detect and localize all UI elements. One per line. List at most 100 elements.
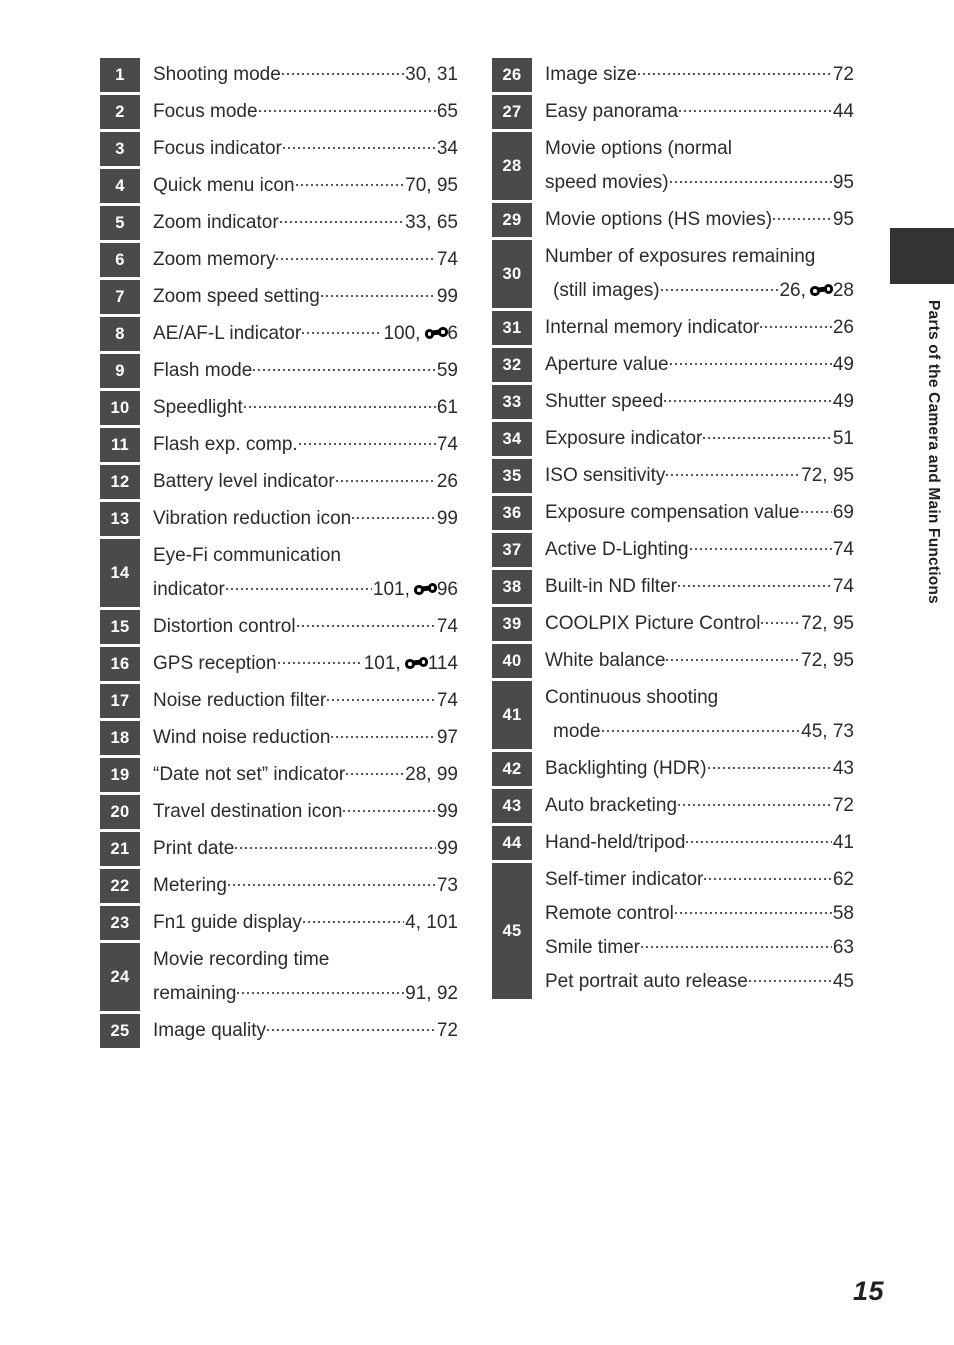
- legend-entry-line: Aperture value 49: [545, 348, 854, 382]
- legend-entry-line: Movie options (normal: [545, 132, 854, 166]
- page-reference: 63: [832, 937, 854, 958]
- leader-dots: [760, 314, 833, 333]
- legend-entry-label: Flash mode: [153, 360, 253, 381]
- reference-section-icon: [414, 583, 438, 595]
- leader-dots: [637, 61, 832, 80]
- page-reference: 45, 73: [801, 721, 854, 742]
- page-reference: 97: [436, 727, 458, 748]
- legend-entry-label: Distortion control: [153, 616, 296, 637]
- page-reference: 101,: [363, 653, 401, 674]
- legend-entry-line: Number of exposures remaining: [545, 240, 854, 274]
- page-reference: 72, 95: [801, 465, 854, 486]
- legend-entry-line: indicator 101, 96: [153, 573, 458, 607]
- page-reference: 74: [436, 249, 458, 270]
- page-reference: 51: [832, 428, 854, 449]
- legend-entry: 37 Active D-Lighting 74: [492, 533, 854, 567]
- page-reference: 72, 95: [801, 650, 854, 671]
- legend-number-badge: 44: [492, 826, 532, 860]
- legend-number-badge: 25: [100, 1014, 140, 1048]
- page-reference: 100,: [383, 323, 421, 344]
- legend-entry-lines: Hand-held/tripod 41: [532, 826, 854, 860]
- legend-entry-label: Speedlight: [153, 397, 243, 418]
- legend-entry: 15 Distortion control 74: [100, 610, 458, 644]
- page-number: 15: [852, 1276, 884, 1306]
- legend-number-badge: 7: [100, 280, 140, 314]
- leader-dots: [225, 576, 372, 595]
- leader-dots: [704, 866, 833, 885]
- legend-entry: 41 Continuous shooting mode 45, 73: [492, 681, 854, 749]
- page-reference: 74: [832, 576, 854, 597]
- page-reference: 34: [436, 138, 458, 159]
- legend-entry-line: Shutter speed 49: [545, 385, 854, 419]
- legend-number-badge: 21: [100, 832, 140, 866]
- leader-dots: [298, 431, 437, 450]
- legend-entry-label: Smile timer: [545, 937, 641, 958]
- leader-dots: [267, 1017, 436, 1036]
- legend-entry-label: Shutter speed: [545, 391, 664, 412]
- legend-entry-label: Travel destination icon: [153, 801, 343, 822]
- legend-entry: 36 Exposure compensation value 69: [492, 496, 854, 530]
- legend-entry-lines: Built-in ND filter 74: [532, 570, 854, 604]
- legend-entry-line: Pet portrait auto release 45: [545, 965, 854, 999]
- section-tab-label: Parts of the Camera and Main Functions: [925, 300, 942, 604]
- leader-dots: [320, 283, 436, 302]
- legend-entry: 26 Image size 72: [492, 58, 854, 92]
- page-reference: 59: [436, 360, 458, 381]
- legend-entry-label: Print date: [153, 838, 235, 859]
- leader-dots: [327, 687, 436, 706]
- legend-entry-label: Easy panorama: [545, 101, 679, 122]
- leader-dots: [302, 909, 405, 928]
- reference-section-icon: [424, 327, 448, 339]
- legend-entry: 6 Zoom memory 74: [100, 243, 458, 277]
- legend-entry: 18 Wind noise reduction 97: [100, 721, 458, 755]
- legend-entry-lines: Vibration reduction icon 99: [140, 502, 458, 536]
- legend-entry-line: ISO sensitivity 72, 95: [545, 459, 854, 493]
- legend-entry: 14 Eye-Fi communication indicator 101, 96: [100, 539, 458, 607]
- legend-entry: 5 Zoom indicator 33, 65: [100, 206, 458, 240]
- leader-dots: [296, 613, 437, 632]
- legend-entry-line: Zoom memory 74: [153, 243, 458, 277]
- legend-entry-label: Image size: [545, 64, 637, 85]
- page-reference: 4, 101: [405, 912, 458, 933]
- page-reference: 33, 65: [405, 212, 458, 233]
- legend-entry: 44 Hand-held/tripod 41: [492, 826, 854, 860]
- legend-entry-line: Smile timer 63: [545, 931, 854, 965]
- legend-entry-lines: Active D-Lighting 74: [532, 533, 854, 567]
- page-reference: 49: [832, 391, 854, 412]
- leader-dots: [346, 761, 405, 780]
- legend-entry-line: (still images) 26, 28: [545, 274, 854, 308]
- legend-entry-label: Internal memory indicator: [545, 317, 760, 338]
- legend-column-right: 26 Image size 72 27 Easy panorama 44 28 Movie o…: [492, 58, 854, 1002]
- legend-entry-label: Noise reduction filter: [153, 690, 327, 711]
- legend-entry-line: AE/AF-L indicator 100, 6: [153, 317, 458, 351]
- leader-dots: [243, 394, 436, 413]
- legend-entry-lines: Noise reduction filter 74: [140, 684, 458, 718]
- leader-dots: [677, 573, 832, 592]
- page-reference: 72, 95: [801, 613, 854, 634]
- legend-number-badge: 37: [492, 533, 532, 567]
- legend-entry-lines: Fn1 guide display 4, 101: [140, 906, 458, 940]
- legend-entry-label: Focus mode: [153, 101, 258, 122]
- legend-entry-line: Fn1 guide display 4, 101: [153, 906, 458, 940]
- legend-entry-label: COOLPIX Picture Control: [545, 613, 761, 634]
- legend-entry-label: Shooting mode: [153, 64, 281, 85]
- leader-dots: [279, 209, 405, 228]
- page-reference: 72: [832, 64, 854, 85]
- page-reference: 72: [832, 795, 854, 816]
- page-reference: 26: [832, 317, 854, 338]
- legend-entry-lines: Movie options (normal speed movies) 95: [532, 132, 854, 200]
- page-reference: 58: [832, 903, 854, 924]
- legend-number-badge: 38: [492, 570, 532, 604]
- legend-entry-line: Quick menu icon 70, 95: [153, 169, 458, 203]
- legend-number-badge: 9: [100, 354, 140, 388]
- legend-entry-lines: Shooting mode 30, 31: [140, 58, 458, 92]
- legend-entry-line: Internal memory indicator 26: [545, 311, 854, 345]
- legend-entry-label: Aperture value: [545, 354, 669, 375]
- legend-entry-lines: Wind noise reduction 97: [140, 721, 458, 755]
- legend-number-badge: 12: [100, 465, 140, 499]
- page-reference: 74: [436, 616, 458, 637]
- legend-number-badge: 18: [100, 721, 140, 755]
- legend-number-badge: 23: [100, 906, 140, 940]
- legend-entry-line: Movie options (HS movies) 95: [545, 203, 854, 237]
- legend-entry-line: Focus mode 65: [153, 95, 458, 129]
